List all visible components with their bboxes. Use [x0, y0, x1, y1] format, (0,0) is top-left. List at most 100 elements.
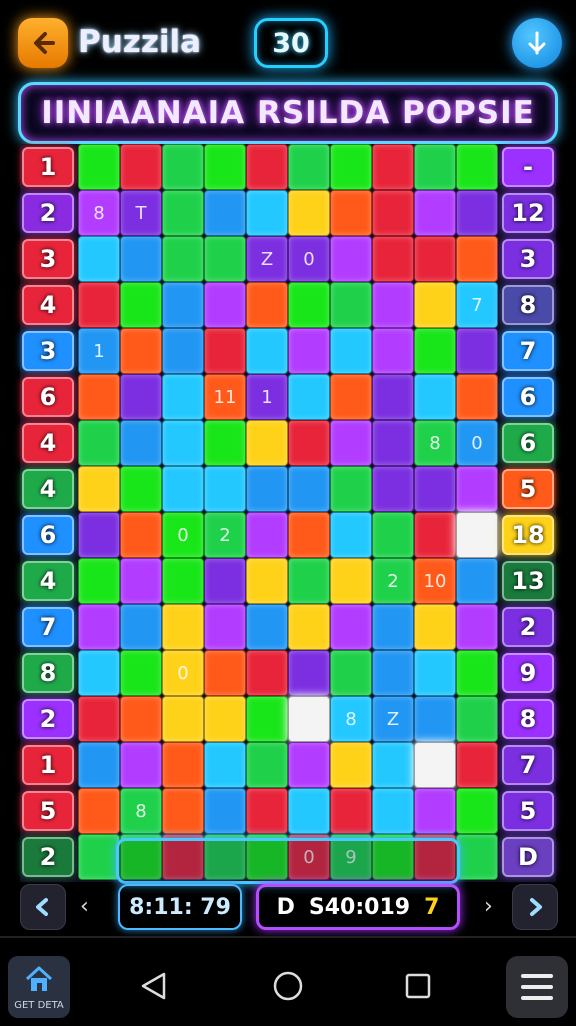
puzzle-piece[interactable] — [120, 328, 162, 374]
puzzle-piece[interactable] — [372, 742, 414, 788]
puzzle-piece[interactable] — [246, 558, 288, 604]
puzzle-piece[interactable] — [204, 604, 246, 650]
puzzle-piece[interactable]: 8 — [414, 420, 456, 466]
puzzle-piece[interactable]: 8 — [78, 190, 120, 236]
puzzle-piece[interactable] — [330, 328, 372, 374]
puzzle-piece[interactable] — [78, 466, 120, 512]
puzzle-piece[interactable] — [78, 236, 120, 282]
puzzle-piece[interactable] — [204, 144, 246, 190]
puzzle-piece[interactable] — [120, 144, 162, 190]
puzzle-piece[interactable] — [330, 466, 372, 512]
puzzle-piece[interactable] — [330, 420, 372, 466]
puzzle-piece[interactable] — [120, 420, 162, 466]
puzzle-piece[interactable]: Z — [246, 236, 288, 282]
puzzle-piece[interactable] — [162, 558, 204, 604]
puzzle-piece[interactable] — [78, 282, 120, 328]
puzzle-piece[interactable] — [78, 420, 120, 466]
puzzle-piece[interactable] — [414, 512, 456, 558]
puzzle-piece[interactable] — [204, 788, 246, 834]
puzzle-piece[interactable] — [414, 190, 456, 236]
puzzle-piece[interactable] — [120, 604, 162, 650]
puzzle-piece[interactable] — [330, 558, 372, 604]
puzzle-piece[interactable] — [456, 742, 498, 788]
puzzle-piece[interactable] — [288, 282, 330, 328]
puzzle-piece[interactable] — [162, 420, 204, 466]
puzzle-piece[interactable] — [456, 466, 498, 512]
puzzle-piece[interactable] — [204, 420, 246, 466]
puzzle-piece[interactable] — [288, 650, 330, 696]
puzzle-piece[interactable] — [288, 466, 330, 512]
puzzle-piece[interactable] — [78, 558, 120, 604]
puzzle-piece[interactable] — [288, 190, 330, 236]
puzzle-piece[interactable] — [120, 650, 162, 696]
puzzle-piece[interactable] — [330, 282, 372, 328]
circle-home-icon[interactable] — [272, 970, 304, 1002]
next-button[interactable] — [512, 884, 558, 930]
home-button[interactable]: GET DETA — [8, 956, 70, 1018]
puzzle-piece[interactable] — [204, 650, 246, 696]
puzzle-piece[interactable] — [372, 604, 414, 650]
puzzle-grid[interactable]: 8 T Z 0 7 1 11 1 8 0 0 2 2 10 0 8 Z 8 0 9 — [78, 144, 498, 882]
puzzle-piece[interactable] — [288, 742, 330, 788]
puzzle-piece[interactable] — [288, 328, 330, 374]
puzzle-piece[interactable] — [288, 420, 330, 466]
puzzle-piece[interactable]: 0 — [162, 512, 204, 558]
puzzle-piece[interactable] — [78, 144, 120, 190]
puzzle-piece[interactable] — [456, 788, 498, 834]
puzzle-piece[interactable] — [456, 558, 498, 604]
puzzle-piece[interactable]: 8 — [330, 696, 372, 742]
puzzle-piece[interactable]: Z — [372, 696, 414, 742]
puzzle-piece[interactable] — [78, 788, 120, 834]
puzzle-piece[interactable] — [372, 282, 414, 328]
menu-button[interactable] — [506, 956, 568, 1018]
puzzle-piece[interactable] — [78, 742, 120, 788]
puzzle-piece[interactable] — [456, 834, 498, 880]
puzzle-piece[interactable]: 1 — [78, 328, 120, 374]
puzzle-piece[interactable] — [162, 236, 204, 282]
square-recents-icon[interactable] — [404, 972, 432, 1000]
puzzle-piece[interactable] — [246, 604, 288, 650]
puzzle-piece[interactable] — [246, 466, 288, 512]
puzzle-piece[interactable] — [330, 144, 372, 190]
puzzle-piece[interactable] — [204, 328, 246, 374]
puzzle-piece[interactable] — [120, 558, 162, 604]
puzzle-piece[interactable] — [78, 374, 120, 420]
puzzle-piece[interactable] — [288, 696, 330, 742]
puzzle-piece[interactable]: 10 — [414, 558, 456, 604]
puzzle-piece[interactable] — [162, 282, 204, 328]
puzzle-piece[interactable] — [204, 236, 246, 282]
puzzle-piece[interactable] — [372, 466, 414, 512]
puzzle-piece[interactable] — [204, 742, 246, 788]
puzzle-piece[interactable] — [246, 328, 288, 374]
puzzle-piece[interactable] — [162, 604, 204, 650]
puzzle-piece[interactable] — [330, 190, 372, 236]
puzzle-piece[interactable] — [372, 374, 414, 420]
puzzle-piece[interactable]: 7 — [456, 282, 498, 328]
puzzle-piece[interactable] — [372, 144, 414, 190]
puzzle-piece[interactable]: 1 — [246, 374, 288, 420]
puzzle-piece[interactable] — [372, 512, 414, 558]
puzzle-piece[interactable] — [414, 742, 456, 788]
puzzle-piece[interactable] — [330, 650, 372, 696]
puzzle-piece[interactable] — [120, 512, 162, 558]
swap-button[interactable] — [512, 18, 562, 68]
puzzle-piece[interactable] — [456, 144, 498, 190]
puzzle-piece[interactable] — [372, 420, 414, 466]
puzzle-piece[interactable] — [456, 650, 498, 696]
puzzle-piece[interactable] — [162, 190, 204, 236]
puzzle-piece[interactable] — [162, 374, 204, 420]
puzzle-piece[interactable] — [162, 788, 204, 834]
puzzle-piece[interactable] — [456, 328, 498, 374]
puzzle-piece[interactable] — [120, 466, 162, 512]
puzzle-piece[interactable] — [414, 788, 456, 834]
puzzle-piece[interactable] — [414, 604, 456, 650]
puzzle-piece[interactable]: 11 — [204, 374, 246, 420]
puzzle-piece[interactable] — [162, 328, 204, 374]
puzzle-piece[interactable]: T — [120, 190, 162, 236]
puzzle-piece[interactable] — [456, 374, 498, 420]
puzzle-piece[interactable] — [288, 512, 330, 558]
puzzle-piece[interactable] — [372, 650, 414, 696]
puzzle-piece[interactable] — [204, 190, 246, 236]
puzzle-piece[interactable] — [414, 236, 456, 282]
puzzle-piece[interactable] — [204, 696, 246, 742]
